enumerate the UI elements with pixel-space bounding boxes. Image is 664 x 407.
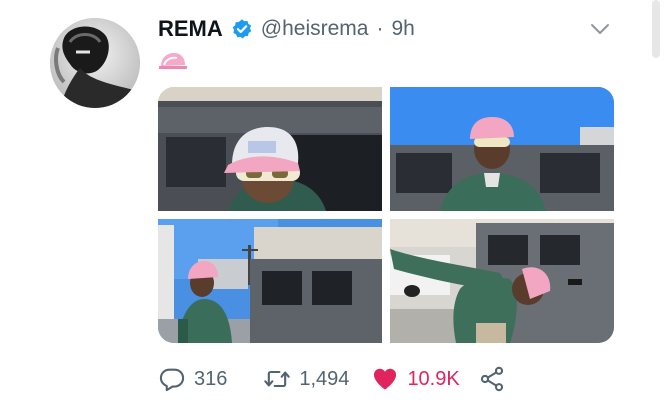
retweet-count: 1,494 [299,367,350,390]
share-icon [480,366,503,392]
author-handle[interactable]: @heisrema [261,17,369,41]
reply-button[interactable]: 316 [158,365,227,393]
heart-icon [374,368,397,390]
meta-separator: · [376,17,384,40]
photo-1[interactable] [158,87,382,211]
pink-cap-emoji-icon [158,52,188,70]
avatar-image [50,18,140,108]
like-button[interactable]: 10.9K [371,365,460,393]
tweet-actions: 316 1,494 10.9K [158,364,506,394]
retweet-button[interactable]: 1,494 [263,365,349,393]
tweet-time[interactable]: 9h [391,17,414,41]
share-button[interactable] [478,365,506,393]
photo-2[interactable] [390,87,614,211]
photo-3[interactable] [158,219,382,343]
reply-count: 316 [194,367,228,390]
retweet-icon [264,370,291,388]
tweet-menu-button[interactable] [588,17,612,41]
scrollbar[interactable] [652,0,660,58]
tweet-media-grid [158,87,614,343]
like-count: 10.9K [407,367,460,390]
chevron-down-icon [591,24,609,34]
tweet-header: REMA @heisrema · 9h [158,14,415,44]
photo-4[interactable] [390,219,614,343]
author-name[interactable]: REMA [158,16,223,42]
verified-badge-icon [231,18,253,40]
avatar[interactable] [50,18,140,108]
reply-icon [159,368,185,392]
